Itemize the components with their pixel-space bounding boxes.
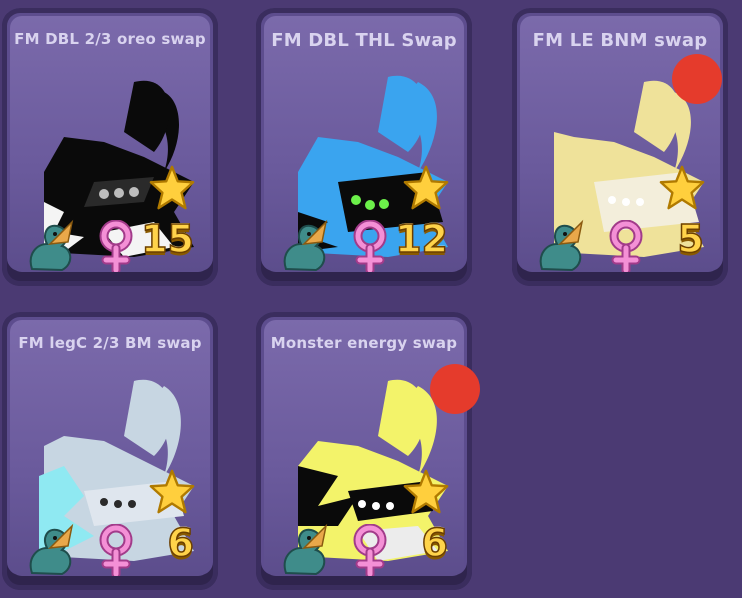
star-icon — [659, 165, 705, 210]
dragon-icon — [539, 219, 584, 272]
female-icon — [609, 220, 643, 272]
star-icon — [403, 469, 449, 514]
pet-count: 5 — [677, 217, 705, 261]
pet-count: 12 — [394, 217, 448, 261]
dragon-icon — [283, 523, 328, 576]
star-icon — [403, 165, 449, 210]
card-body: FM DBL THL Swap 12 — [264, 16, 464, 272]
female-icon — [99, 220, 133, 272]
star-icon — [149, 469, 195, 514]
pet-card[interactable]: FM LE BNM swap 5 — [512, 8, 728, 286]
pet-name: FM DBL 2/3 oreo swap — [14, 30, 206, 48]
pet-name: FM legC 2/3 BM swap — [18, 334, 202, 352]
pet-name: Monster energy swap — [270, 334, 458, 352]
dragon-icon — [29, 523, 74, 576]
pet-card[interactable]: Monster energy swap 6 — [256, 312, 480, 590]
pet-card[interactable]: FM legC 2/3 BM swap 6 — [2, 312, 218, 590]
card-body: FM legC 2/3 BM swap 6 — [10, 320, 210, 576]
pet-name: FM DBL THL Swap — [271, 30, 457, 51]
notification-dot — [672, 54, 722, 104]
pet-name: FM LE BNM swap — [532, 30, 708, 51]
pet-card[interactable]: FM DBL 2/3 oreo swap 15 — [2, 8, 218, 286]
notification-dot — [430, 364, 480, 414]
female-icon — [353, 220, 387, 272]
card-body: FM DBL 2/3 oreo swap 15 — [10, 16, 210, 272]
pet-count: 6 — [421, 521, 449, 565]
female-icon — [99, 524, 133, 576]
pet-count: 6 — [167, 521, 195, 565]
pet-inventory-grid: FM DBL 2/3 oreo swap 15 FM DBL THL Swap … — [0, 0, 742, 598]
pet-card[interactable]: FM DBL THL Swap 12 — [256, 8, 472, 286]
card-body: Monster energy swap 6 — [264, 320, 464, 576]
star-icon — [149, 165, 195, 210]
female-icon — [353, 524, 387, 576]
pet-count: 15 — [140, 217, 194, 261]
dragon-icon — [29, 219, 74, 272]
dragon-icon — [283, 219, 328, 272]
